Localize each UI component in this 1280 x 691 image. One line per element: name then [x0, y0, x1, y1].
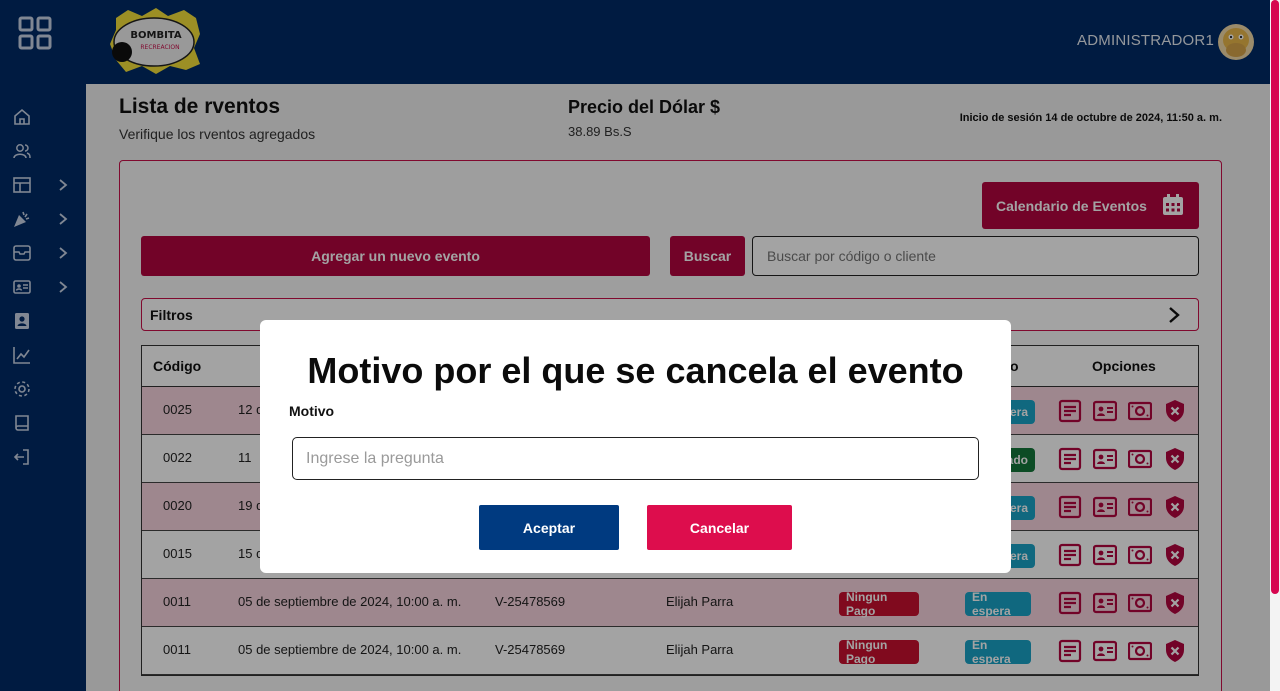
dialog-title: Motivo por el que se cancela el evento	[307, 350, 964, 391]
reason-label: Motivo	[289, 403, 335, 419]
scrollbar[interactable]	[1270, 0, 1280, 691]
reason-input[interactable]	[292, 437, 979, 480]
cancel-button[interactable]: Cancelar	[647, 505, 792, 550]
scrollbar-thumb[interactable]	[1271, 0, 1279, 594]
cancel-event-dialog: Motivo por el que se cancela el evento M…	[260, 320, 1011, 573]
accept-button[interactable]: Aceptar	[479, 505, 619, 550]
